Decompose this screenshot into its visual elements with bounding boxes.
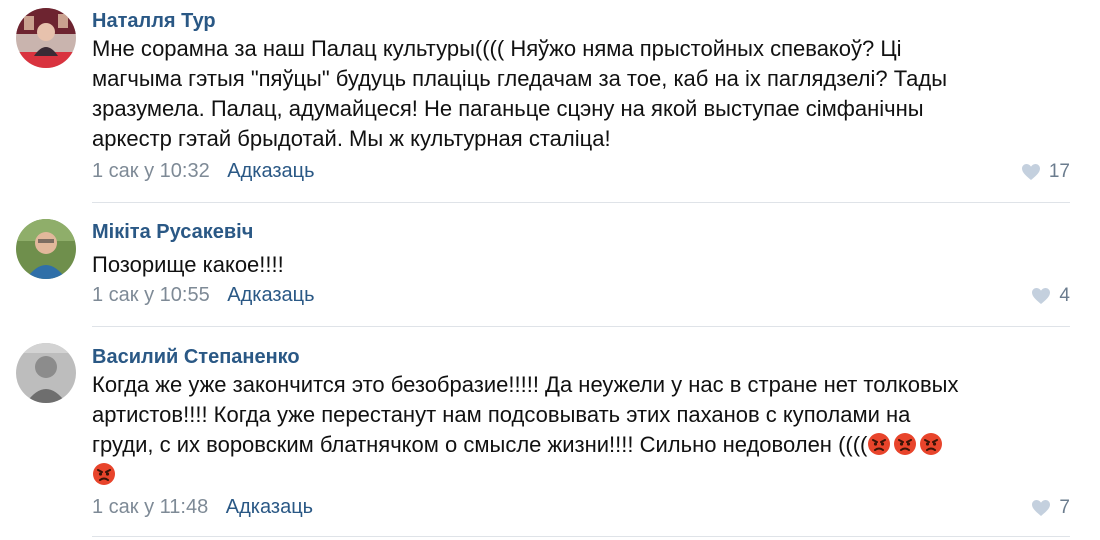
comment-author[interactable]: Наталля Тур bbox=[92, 10, 216, 33]
comment-text: Позорище какое!!!! bbox=[92, 250, 1052, 280]
avatar[interactable] bbox=[16, 219, 76, 279]
comment-meta: 1 сак у 10:55 Адказаць bbox=[92, 284, 315, 307]
comment-text-line: артистов!!!! Когда уже перестанут нам по… bbox=[92, 402, 911, 427]
comment-text-line: аркестр гэтай брыдотай. Мы ж культурная … bbox=[92, 126, 611, 151]
comment-timestamp[interactable]: 1 сак у 10:32 bbox=[92, 160, 210, 182]
comment-text: Когда же уже закончится это безобразие!!… bbox=[92, 370, 1052, 490]
comment-text-segment: груди, с их воровским блатнячком о смысл… bbox=[92, 432, 868, 457]
angry-face-emoji bbox=[919, 432, 943, 456]
comment-text-line: Когда же уже закончится это безобразие!!… bbox=[92, 372, 959, 397]
comment-author[interactable]: Василий Степаненко bbox=[92, 346, 300, 369]
like-button[interactable]: 17 bbox=[1021, 161, 1070, 183]
comment-timestamp[interactable]: 1 сак у 10:55 bbox=[92, 284, 210, 306]
like-count: 7 bbox=[1059, 497, 1070, 518]
divider bbox=[92, 202, 1070, 203]
avatar[interactable] bbox=[16, 8, 76, 68]
divider bbox=[92, 536, 1070, 537]
angry-face-emoji bbox=[92, 462, 116, 486]
comment-text: Мне сорамна за наш Палац культуры(((( Ня… bbox=[92, 34, 1052, 154]
comment-text-line bbox=[92, 460, 1052, 490]
angry-face-emoji bbox=[867, 432, 891, 456]
comment-timestamp[interactable]: 1 сак у 11:48 bbox=[92, 496, 208, 518]
comment-text-line: зразумела. Палац, адумайцеся! Не паганьц… bbox=[92, 96, 924, 121]
heart-icon bbox=[1021, 163, 1041, 181]
reply-button[interactable]: Адказаць bbox=[227, 284, 314, 306]
comment-text-line: груди, с их воровским блатнячком о смысл… bbox=[92, 430, 1052, 460]
like-button[interactable]: 4 bbox=[1031, 285, 1070, 307]
comment-author[interactable]: Мікіта Русакевіч bbox=[92, 221, 253, 244]
divider bbox=[92, 326, 1070, 327]
avatar[interactable] bbox=[16, 343, 76, 403]
reply-button[interactable]: Адказаць bbox=[226, 496, 313, 518]
like-count: 4 bbox=[1059, 285, 1070, 306]
comment-text-line: Мне сорамна за наш Палац культуры(((( Ня… bbox=[92, 36, 902, 61]
comment-meta: 1 сак у 10:32 Адказаць bbox=[92, 160, 315, 183]
comment-meta: 1 сак у 11:48 Адказаць bbox=[92, 496, 313, 519]
comment-text-line: Позорище какое!!!! bbox=[92, 252, 284, 277]
comment-text-line: магчыма гэтыя "пяўцы" будуць плаціць гле… bbox=[92, 66, 948, 91]
heart-icon bbox=[1031, 499, 1051, 517]
reply-button[interactable]: Адказаць bbox=[227, 160, 314, 182]
like-button[interactable]: 7 bbox=[1031, 497, 1070, 519]
heart-icon bbox=[1031, 287, 1051, 305]
like-count: 17 bbox=[1048, 161, 1070, 182]
angry-face-emoji bbox=[893, 432, 917, 456]
